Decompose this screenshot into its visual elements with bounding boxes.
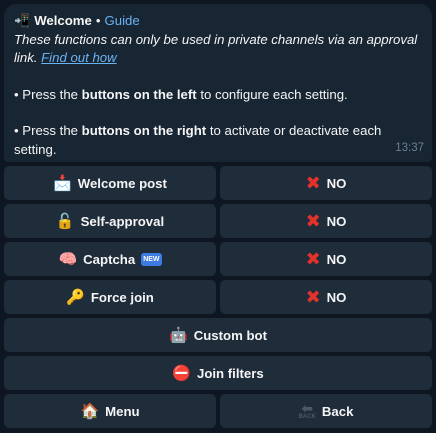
guide-link[interactable]: Guide	[104, 12, 139, 31]
message-title: Welcome	[34, 13, 92, 28]
inline-keyboard: 📩 Welcome post ✖ NO 🔓 Self-approval ✖ NO…	[4, 166, 432, 432]
captcha-label: Captcha	[83, 251, 136, 267]
instruction-right-bold: buttons on the right	[81, 123, 207, 138]
instruction-left-suffix: to configure each setting.	[196, 86, 348, 102]
instruction-left: • Press the buttons on the left to confi…	[14, 86, 422, 105]
phone-arrow-icon: 📲	[14, 13, 31, 28]
title-separator: •	[95, 13, 101, 28]
cross-icon: ✖	[305, 286, 321, 307]
keyboard-row: 🧠 Captcha NEW ✖ NO	[4, 242, 432, 276]
instruction-left-prefix: • Press the	[14, 86, 82, 102]
force-join-label: Force join	[90, 289, 154, 305]
cross-icon: ✖	[305, 172, 321, 193]
keyboard-row: ⛔ Join filters	[4, 356, 432, 390]
back-label: Back	[321, 403, 354, 419]
keyboard-row: 🔓 Self-approval ✖ NO	[4, 204, 432, 238]
key-icon: 🔑	[66, 288, 85, 306]
italic-note: These functions can only be used in priv…	[14, 31, 422, 68]
self-approval-button[interactable]: 🔓 Self-approval	[4, 204, 216, 238]
cross-icon: ✖	[305, 210, 321, 231]
force-join-toggle-label: NO	[326, 289, 347, 305]
force-join-toggle[interactable]: ✖ NO	[220, 280, 432, 314]
find-out-how-link[interactable]: Find out how	[41, 50, 117, 65]
captcha-toggle-label: NO	[326, 251, 347, 267]
no-entry-icon: ⛔	[172, 364, 191, 382]
custom-bot-label: Custom bot	[193, 327, 267, 343]
back-arrow-glyph: ⬅	[301, 399, 314, 416]
menu-button[interactable]: 🏠 Menu	[4, 394, 216, 428]
envelope-icon: 📩	[53, 174, 72, 192]
self-approval-toggle[interactable]: ✖ NO	[220, 204, 432, 238]
message-title-row: 📲 Welcome • Guide	[14, 12, 422, 31]
keyboard-row: 📩 Welcome post ✖ NO	[4, 166, 432, 200]
lock-icon: 🔓	[55, 212, 75, 230]
welcome-post-button[interactable]: 📩 Welcome post	[4, 166, 216, 200]
self-approval-label: Self-approval	[80, 213, 165, 229]
welcome-post-toggle[interactable]: ✖ NO	[220, 166, 432, 200]
join-filters-button[interactable]: ⛔ Join filters	[4, 356, 432, 390]
cross-icon: ✖	[305, 248, 321, 269]
house-icon: 🏠	[80, 402, 100, 420]
keyboard-row: 🔑 Force join ✖ NO	[4, 280, 432, 314]
custom-bot-button[interactable]: 🤖 Custom bot	[4, 318, 432, 352]
robot-icon: 🤖	[169, 326, 188, 344]
new-badge-icon: NEW	[141, 252, 162, 266]
join-filters-label: Join filters	[197, 365, 264, 381]
back-arrow-icon: ⬅ BACK	[298, 399, 316, 421]
brain-icon: 🧠	[58, 250, 78, 268]
captcha-toggle[interactable]: ✖ NO	[220, 242, 432, 276]
captcha-button[interactable]: 🧠 Captcha NEW	[4, 242, 216, 276]
welcome-post-toggle-label: NO	[326, 175, 347, 191]
instruction-right-prefix: • Press the	[14, 123, 82, 138]
welcome-post-label: Welcome post	[77, 175, 167, 191]
menu-label: Menu	[105, 403, 140, 419]
force-join-button[interactable]: 🔑 Force join	[4, 280, 216, 314]
back-button[interactable]: ⬅ BACK Back	[220, 394, 432, 428]
back-badge-text: BACK	[298, 413, 316, 420]
instruction-right: • Press the buttons on the right to acti…	[14, 122, 422, 159]
keyboard-row: 🤖 Custom bot	[4, 318, 432, 352]
message-bubble: 📲 Welcome • Guide These functions can on…	[4, 4, 432, 162]
keyboard-row: 🏠 Menu ⬅ BACK Back	[4, 394, 432, 428]
message-time: 13:37	[395, 141, 424, 154]
instruction-left-bold: buttons on the left	[81, 86, 197, 102]
self-approval-toggle-label: NO	[326, 213, 347, 229]
